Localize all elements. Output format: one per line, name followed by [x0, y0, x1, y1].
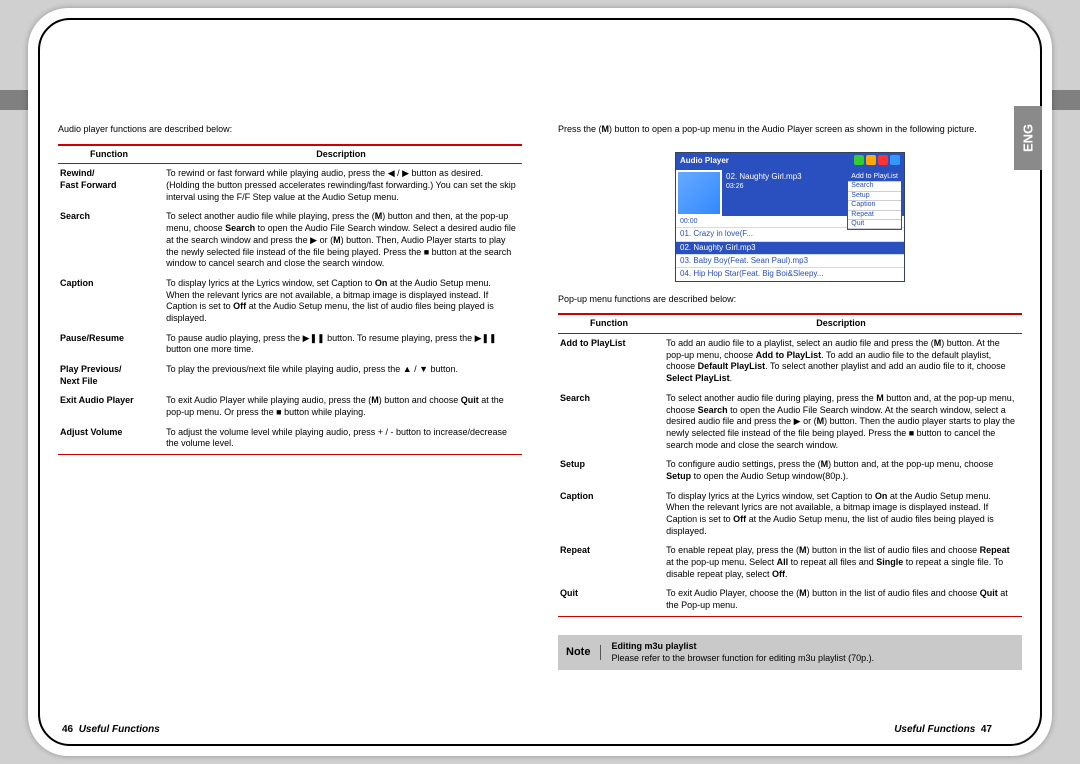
note-content: Editing m3u playlist Please refer to the… — [611, 641, 874, 664]
table-row: Caption To display lyrics at the Lyrics … — [58, 274, 522, 329]
table-row: Search To select another audio file duri… — [558, 389, 1022, 455]
left-function-table: Function Description Rewind/Fast Forward… — [58, 144, 522, 455]
fn-label: Fast Forward — [60, 180, 117, 190]
table-row: Search To select another audio file whil… — [58, 207, 522, 273]
th-function: Function — [558, 314, 660, 333]
player-screenshot: Audio Player 02. Naughty Girl.mp3 03:26 … — [558, 152, 1022, 282]
list-item: 02. Naughty Girl.mp3 — [676, 241, 904, 254]
fn-desc: To exit Audio Player, choose the (M) but… — [660, 584, 1022, 616]
page-number: 46 — [62, 724, 73, 735]
table-row: Add to PlayList To add an audio file to … — [558, 334, 1022, 389]
fn-desc: To select another audio file while playi… — [160, 207, 522, 273]
fn-desc: To display lyrics at the Lyrics window, … — [160, 274, 522, 329]
fn-desc: To rewind or fast forward while playing … — [160, 164, 522, 208]
track-list: 01. Crazy in love(F... 02. Naughty Girl.… — [676, 227, 904, 281]
fn-label: Setup — [558, 455, 660, 486]
page-content: ENG Audio player functions are described… — [38, 18, 1042, 746]
table-row: Adjust Volume To adjust the volume level… — [58, 423, 522, 455]
fn-desc: To play the previous/next file while pla… — [160, 360, 522, 391]
fn-desc: To display lyrics at the Lyrics window, … — [660, 487, 1022, 542]
fn-label: Pause/Resume — [58, 329, 160, 360]
th-description: Description — [660, 314, 1022, 333]
note-box: Note Editing m3u playlist Please refer t… — [558, 635, 1022, 670]
table-row: Rewind/Fast Forward To rewind or fast fo… — [58, 164, 522, 208]
th-description: Description — [160, 145, 522, 164]
left-footer: 46 Useful Functions — [62, 723, 160, 736]
fn-label: Repeat — [558, 541, 660, 584]
manual-page: ENG Audio player functions are described… — [28, 8, 1052, 756]
fn-label: Quit — [558, 584, 660, 616]
popup-item: Caption — [848, 201, 901, 210]
right-function-table: Function Description Add to PlayList To … — [558, 313, 1022, 616]
table-row: Pause/Resume To pause audio playing, pre… — [58, 329, 522, 360]
table-row: Repeat To enable repeat play, press the … — [558, 541, 1022, 584]
table-row: Setup To configure audio settings, press… — [558, 455, 1022, 486]
fn-label: Caption — [558, 487, 660, 542]
right-intro2: Pop-up menu functions are described belo… — [558, 294, 1022, 306]
table-row: Quit To exit Audio Player, choose the (M… — [558, 584, 1022, 616]
left-intro: Audio player functions are described bel… — [58, 124, 522, 136]
right-intro: Press the (M) button to open a pop-up me… — [558, 124, 1022, 136]
fn-label: Rewind/ — [60, 168, 95, 178]
th-function: Function — [58, 145, 160, 164]
left-column: Audio player functions are described bel… — [58, 50, 522, 724]
fn-desc: To pause audio playing, press the ▶❚❚ bu… — [160, 329, 522, 360]
table-row: Caption To display lyrics at the Lyrics … — [558, 487, 1022, 542]
right-footer: Useful Functions 47 — [894, 723, 992, 736]
fn-desc: To select another audio file during play… — [660, 389, 1022, 455]
ss-title-text: Audio Player — [680, 156, 729, 166]
page-number: 47 — [981, 724, 992, 735]
fn-label: Search — [558, 389, 660, 455]
section-title: Useful Functions — [79, 724, 160, 735]
album-art — [678, 172, 720, 214]
fn-desc: To adjust the volume level while playing… — [160, 423, 522, 455]
fn-label: Next File — [60, 376, 98, 386]
fn-label: Exit Audio Player — [58, 391, 160, 422]
ss-status-icons — [852, 155, 900, 168]
language-tab: ENG — [1014, 106, 1042, 170]
fn-label: Search — [58, 207, 160, 273]
popup-item: Setup — [848, 192, 901, 201]
popup-item: Repeat — [848, 211, 901, 220]
fn-desc: To exit Audio Player while playing audio… — [160, 391, 522, 422]
table-row: Play Previous/Next File To play the prev… — [58, 360, 522, 391]
list-item: 04. Hip Hop Star(Feat. Big Boi&Sleepy... — [676, 267, 904, 280]
right-column: Press the (M) button to open a pop-up me… — [558, 50, 1022, 724]
fn-label: Caption — [58, 274, 160, 329]
fn-desc: To configure audio settings, press the (… — [660, 455, 1022, 486]
popup-menu: Add to PlayList Search Setup Caption Rep… — [847, 172, 902, 230]
fn-label: Play Previous/ — [60, 364, 122, 374]
popup-item: Quit — [848, 220, 901, 229]
note-label: Note — [566, 645, 601, 659]
fn-desc: To add an audio file to a playlist, sele… — [660, 334, 1022, 389]
popup-item: Add to PlayList — [848, 173, 901, 182]
list-item: 03. Baby Boy(Feat. Sean Paul).mp3 — [676, 254, 904, 267]
fn-desc: To enable repeat play, press the (M) but… — [660, 541, 1022, 584]
popup-item: Search — [848, 182, 901, 191]
table-row: Exit Audio Player To exit Audio Player w… — [58, 391, 522, 422]
fn-label: Adjust Volume — [58, 423, 160, 455]
fn-label: Add to PlayList — [558, 334, 660, 389]
section-title: Useful Functions — [894, 724, 975, 735]
